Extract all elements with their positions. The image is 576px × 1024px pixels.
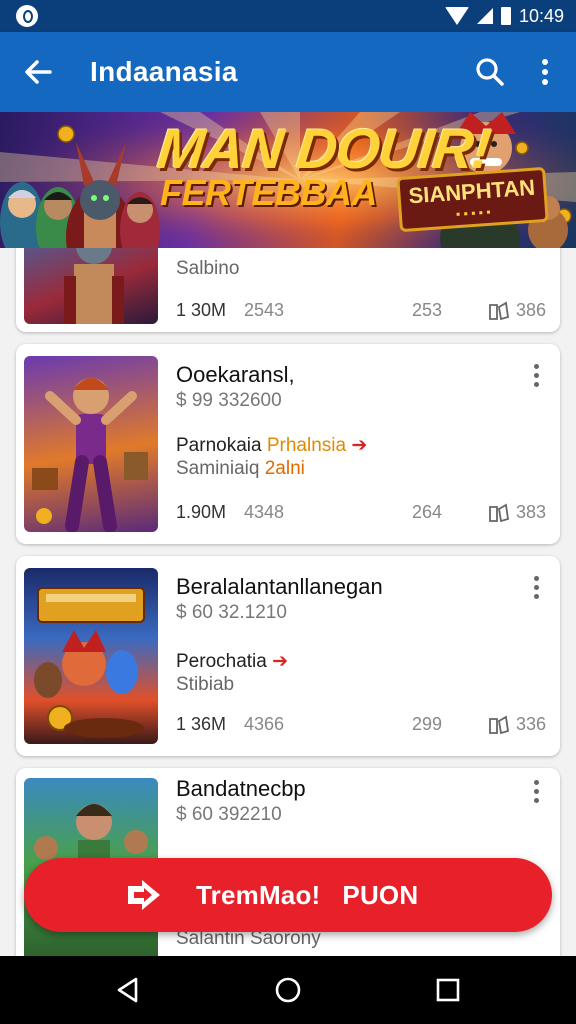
app-thumbnail	[24, 356, 158, 532]
status-bar: 10:49	[0, 0, 576, 32]
primary-action-label-main: TremMao!	[196, 880, 321, 910]
app-list[interactable]: Salbino 1 30M 2543 253 386 Ooekaransl, $…	[0, 248, 576, 956]
nav-home-icon[interactable]	[272, 974, 304, 1006]
signal-icon	[476, 8, 493, 24]
primary-action-button[interactable]: TremMao! PUON	[24, 858, 552, 932]
overflow-menu-button[interactable]	[530, 52, 560, 92]
item-stat-d: 383	[488, 502, 546, 523]
nav-back-icon[interactable]	[112, 974, 144, 1006]
back-button[interactable]	[18, 52, 58, 92]
item-title: Ooekaransl,	[176, 362, 295, 387]
search-icon	[476, 58, 504, 86]
list-item[interactable]: Beralalantanllanegan $ 60 32.1210 Peroch…	[16, 556, 560, 756]
list-item[interactable]: Salbino 1 30M 2543 253 386	[16, 248, 560, 332]
item-stat-c: 264	[412, 502, 443, 522]
item-more-button[interactable]	[526, 574, 546, 602]
item-stat-d-value: 386	[516, 300, 547, 320]
book-icon	[489, 301, 510, 320]
wifi-icon	[444, 7, 469, 25]
item-more-button[interactable]	[526, 778, 546, 806]
book-icon	[489, 503, 510, 522]
item-stat-d-value: 383	[516, 502, 547, 522]
item-publisher: Parnokaia Prhalnsia ➔	[176, 434, 367, 457]
item-subtitle-text: Saminiaiq	[176, 458, 260, 479]
list-item[interactable]: Ooekaransl, $ 99 332600 Parnokaia Prhaln…	[16, 344, 560, 544]
primary-action-label: TremMao! PUON	[196, 880, 418, 911]
item-more-button[interactable]	[526, 362, 546, 390]
item-price: $ 60 32.1210	[176, 602, 287, 623]
banner-badge: SIANPHTAN ▪ ▪ ▪ ▪ ▪	[396, 166, 549, 233]
more-vertical-icon	[542, 59, 548, 85]
item-publisher-tag: Prhalnsia	[266, 435, 347, 456]
more-vertical-icon	[534, 576, 539, 581]
item-subtitle: Stibiab	[176, 674, 235, 695]
arrow-left-icon	[25, 60, 52, 84]
item-downloads: 1 36M	[176, 714, 227, 734]
item-title: Beralalantanllanegan	[176, 574, 383, 599]
app-notification-icon	[16, 5, 38, 27]
system-navigation-bar	[0, 956, 576, 1024]
item-price: $ 99 332600	[176, 390, 282, 411]
item-stat-b: 4348	[244, 502, 285, 522]
item-price: $ 60 392210	[176, 804, 282, 825]
app-thumbnail	[24, 568, 158, 744]
item-stat-b: 4366	[244, 714, 285, 734]
arrow-right-icon: ➔	[272, 651, 289, 672]
item-publisher-name: Parnokaia	[176, 435, 262, 456]
item-stat-d: 336	[488, 714, 546, 735]
arrow-right-icon: ➔	[351, 435, 368, 456]
item-stat-c: 299	[412, 714, 443, 734]
more-vertical-icon	[534, 780, 539, 785]
more-vertical-icon	[534, 364, 539, 369]
nav-recents-icon[interactable]	[432, 974, 464, 1006]
primary-action-label-secondary: PUON	[342, 880, 419, 910]
status-indicators: 10:49	[444, 5, 564, 26]
app-screen: 10:49 Indaanasia MAN DOUIR! FERTEBBAA SI…	[0, 0, 576, 1024]
item-publisher-name: Perochatia	[176, 651, 267, 672]
item-stat-b: 2543	[244, 300, 285, 320]
item-subtitle: Saminiaiq 2alni	[176, 458, 305, 480]
page-title: Indaanasia	[90, 56, 238, 87]
book-icon	[489, 715, 510, 734]
item-downloads: 1 30M	[176, 300, 227, 320]
app-bar: Indaanasia	[0, 32, 576, 112]
app-thumbnail	[24, 248, 158, 324]
item-subtitle-accent: 2alni	[264, 458, 305, 479]
share-arrow-icon	[128, 880, 160, 910]
battery-icon	[500, 7, 511, 25]
item-subtitle: Salbino	[176, 258, 240, 279]
item-stat-d-value: 336	[516, 714, 547, 734]
item-publisher: Perochatia ➔	[176, 650, 288, 673]
item-title: Bandatnecbp	[176, 776, 306, 801]
search-button[interactable]	[470, 52, 510, 92]
item-stat-c: 253	[412, 300, 443, 320]
item-downloads: 1.90M	[176, 502, 227, 522]
status-time: 10:49	[518, 5, 564, 26]
banner-subline: FERTEBBAA	[160, 172, 377, 213]
item-stat-d: 386	[488, 300, 546, 321]
